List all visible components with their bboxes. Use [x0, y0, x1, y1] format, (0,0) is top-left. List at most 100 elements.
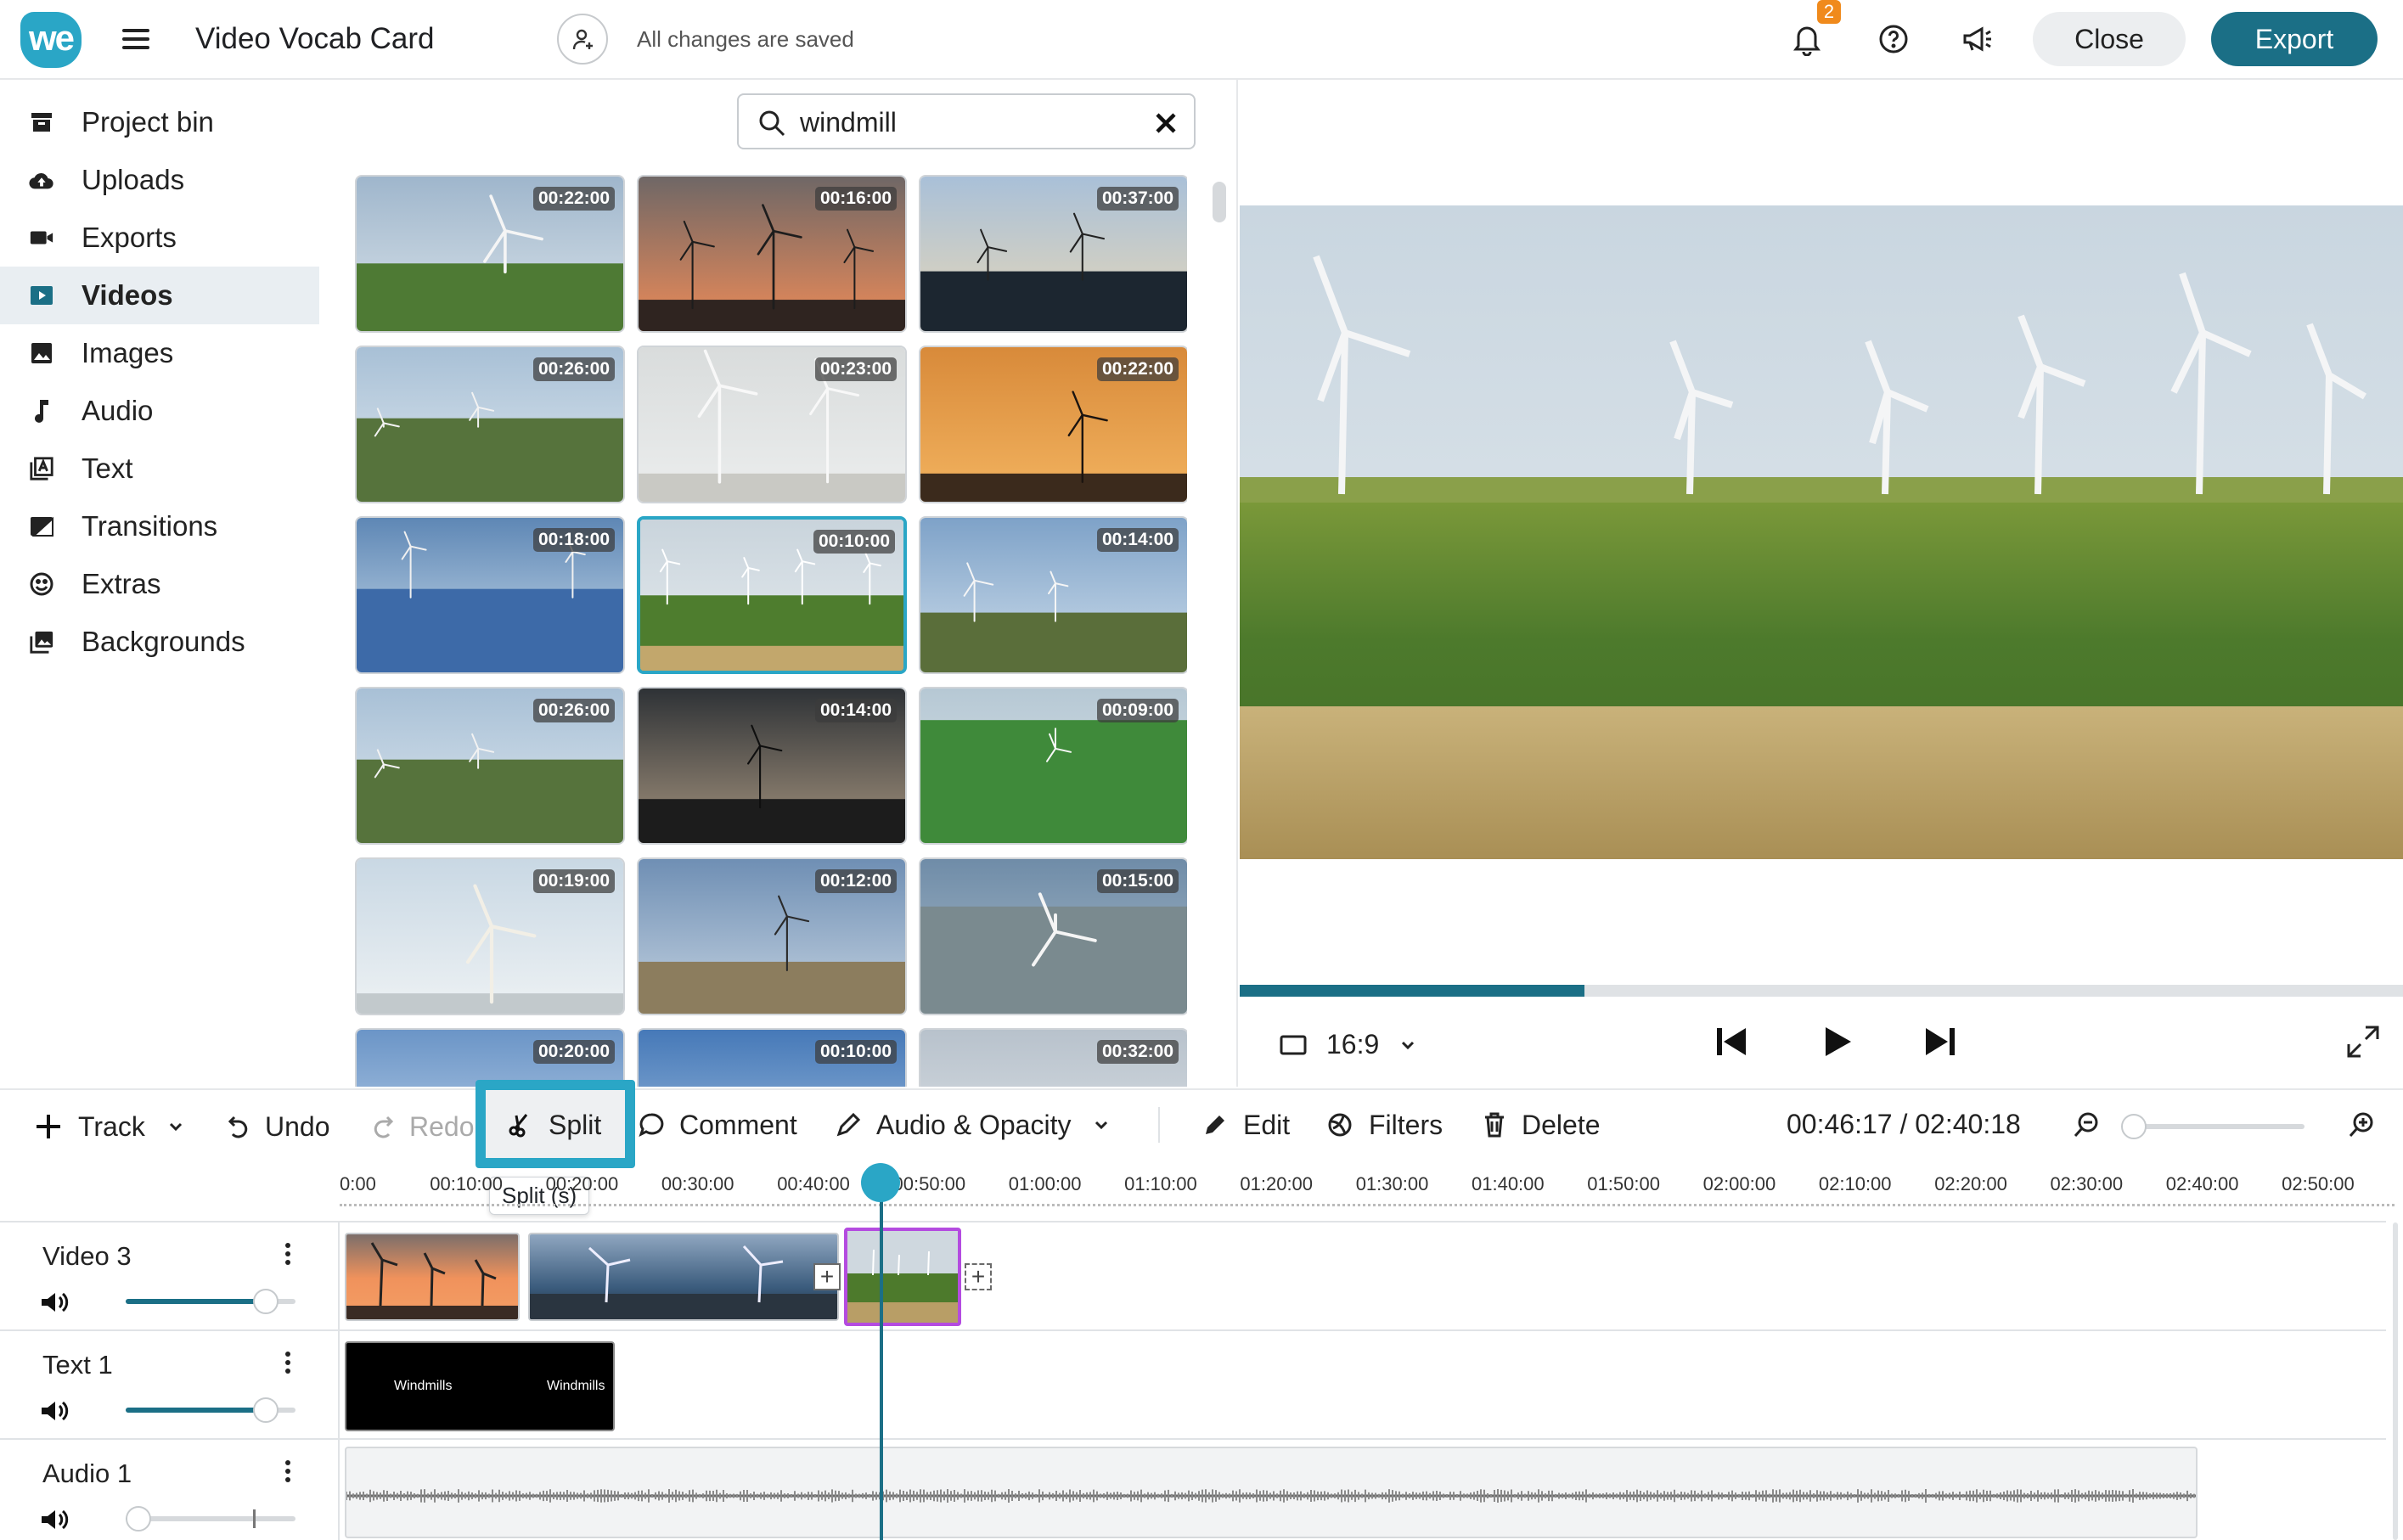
playhead-handle[interactable] — [861, 1163, 900, 1202]
track-volume-knob[interactable] — [126, 1506, 151, 1532]
project-title[interactable]: Video Vocab Card — [195, 22, 435, 56]
timeline-ruler[interactable]: 0:00 00:10:00 00:20:00 00:30:00 00:40:00 00:5… — [340, 1172, 2395, 1222]
zoom-in-icon[interactable] — [2347, 1110, 2376, 1139]
video-results-grid: 00:22:00 00:16:00 00:37:00 00:26:00 00:23:00… — [355, 175, 1187, 1087]
video-result-thumbnail[interactable]: 00:26:00 — [355, 687, 625, 845]
add-track-button[interactable]: Track — [34, 1107, 200, 1146]
playback-progress-bar[interactable] — [1240, 985, 2403, 997]
video-result-thumbnail[interactable]: 00:16:00 — [637, 175, 907, 333]
help-button[interactable] — [1878, 24, 1909, 54]
skip-forward-icon — [1926, 1028, 1955, 1055]
add-transition-button[interactable]: + — [965, 1263, 992, 1290]
video-result-thumbnail[interactable]: 00:14:00 — [637, 687, 907, 845]
delete-button[interactable]: Delete — [1483, 1105, 1601, 1144]
video-clip-sunset[interactable] — [345, 1233, 520, 1321]
video-result-thumbnail[interactable]: 00:18:00 — [355, 516, 625, 674]
menu-icon[interactable] — [122, 24, 149, 54]
video-result-thumbnail[interactable]: 00:23:00 — [637, 346, 907, 503]
play-button[interactable] — [1819, 1024, 1854, 1059]
results-scrollbar[interactable] — [1213, 182, 1226, 222]
fullscreen-button[interactable] — [2345, 1024, 2381, 1059]
aspect-ratio-selector[interactable]: 16:9 — [1279, 1029, 1416, 1060]
redo-label: Redo — [409, 1110, 475, 1142]
music-note-icon — [29, 398, 54, 424]
sidebar-item-backgrounds[interactable]: Backgrounds — [0, 613, 319, 671]
track-volume-knob[interactable] — [253, 1289, 279, 1314]
video-result-thumbnail[interactable]: 00:32:00 — [919, 1028, 1187, 1087]
track-name[interactable]: Text 1 — [42, 1350, 113, 1380]
video-result-thumbnail[interactable]: 00:10:00 — [637, 1028, 907, 1087]
sidebar-item-exports[interactable]: Exports — [0, 209, 319, 267]
sidebar-item-project-bin[interactable]: Project bin — [0, 93, 319, 151]
media-search-box — [737, 93, 1196, 149]
add-collaborator-button[interactable] — [557, 14, 608, 65]
undo-button[interactable]: Undo — [228, 1107, 330, 1146]
close-button[interactable]: Close — [2033, 12, 2186, 66]
zoom-slider-knob[interactable] — [2121, 1114, 2147, 1139]
skip-forward-button[interactable] — [1922, 1024, 1958, 1059]
export-button[interactable]: Export — [2211, 12, 2378, 66]
video-result-thumbnail[interactable]: 00:15:00 — [919, 857, 1187, 1015]
track-volume-slider[interactable] — [126, 1506, 295, 1532]
audio-opacity-button[interactable]: Audio & Opacity — [836, 1105, 1125, 1144]
duration-badge: 00:22:00 — [532, 187, 615, 211]
audio-opacity-label: Audio & Opacity — [876, 1109, 1072, 1140]
video-result-thumbnail[interactable]: 00:14:00 — [919, 516, 1187, 674]
sidebar-item-transitions[interactable]: Transitions — [0, 497, 319, 555]
video-clip-coast[interactable] — [528, 1233, 839, 1321]
sidebar-item-extras[interactable]: Extras — [0, 555, 319, 613]
filters-button[interactable]: Filters — [1326, 1105, 1443, 1144]
duration-badge: 00:37:00 — [1096, 187, 1179, 211]
notifications-button[interactable] — [1792, 22, 1822, 56]
text-clip[interactable]: Windmills Windmills — [345, 1341, 615, 1431]
zoom-slider-track[interactable] — [2126, 1124, 2305, 1129]
video-result-thumbnail[interactable]: 00:10:00 — [637, 516, 907, 674]
video-result-thumbnail[interactable]: 00:09:00 — [919, 687, 1187, 845]
video-result-thumbnail[interactable]: 00:12:00 — [637, 857, 907, 1015]
zoom-out-icon[interactable] — [2072, 1110, 2101, 1139]
track-volume-slider[interactable] — [126, 1397, 295, 1423]
preview-frame-image — [1240, 205, 2403, 859]
track-options-icon[interactable] — [284, 1241, 292, 1267]
skip-back-button[interactable] — [1714, 1024, 1749, 1059]
app-logo[interactable]: we — [20, 12, 82, 68]
track-options-icon[interactable] — [284, 1459, 292, 1484]
track-volume-slider[interactable] — [126, 1289, 295, 1314]
add-transition-button[interactable]: + — [813, 1263, 841, 1290]
timeline-scrollbar[interactable] — [2393, 1222, 2398, 1540]
announcements-button[interactable] — [1961, 24, 1994, 54]
playback-progress-fill — [1240, 985, 1584, 997]
edit-button[interactable]: Edit — [1202, 1105, 1290, 1144]
video-clip-field-selected[interactable] — [844, 1228, 961, 1326]
track-options-icon[interactable] — [284, 1350, 292, 1375]
track-volume-knob[interactable] — [253, 1397, 279, 1423]
video-result-thumbnail[interactable]: 00:19:00 — [355, 857, 625, 1015]
video-result-thumbnail[interactable]: 00:37:00 — [919, 175, 1187, 333]
volume-icon[interactable] — [39, 1508, 70, 1532]
sidebar-item-uploads[interactable]: Uploads — [0, 151, 319, 209]
redo-button[interactable]: Redo — [372, 1107, 475, 1146]
video-play-icon — [29, 283, 54, 308]
sidebar-item-images[interactable]: Images — [0, 324, 319, 382]
audio-clip[interactable] — [345, 1447, 2198, 1538]
undo-label: Undo — [265, 1110, 330, 1142]
sidebar-item-audio[interactable]: Audio — [0, 382, 319, 440]
sidebar-item-videos[interactable]: Videos — [0, 267, 319, 324]
aspect-ratio-icon — [1280, 1035, 1307, 1054]
video-preview[interactable] — [1240, 205, 2403, 859]
video-result-thumbnail[interactable]: 00:20:00 — [355, 1028, 625, 1087]
video-result-thumbnail[interactable]: 00:22:00 — [355, 175, 625, 333]
comment-button[interactable]: Comment — [639, 1105, 797, 1144]
smiley-icon — [29, 571, 54, 597]
volume-icon[interactable] — [39, 1399, 70, 1423]
comment-icon — [639, 1113, 664, 1137]
track-name[interactable]: Video 3 — [42, 1241, 132, 1272]
volume-icon[interactable] — [39, 1290, 70, 1314]
search-input[interactable] — [800, 104, 1140, 141]
playhead-line[interactable] — [880, 1166, 883, 1540]
video-result-thumbnail[interactable]: 00:26:00 — [355, 346, 625, 503]
track-name[interactable]: Audio 1 — [42, 1459, 132, 1489]
video-result-thumbnail[interactable]: 00:22:00 — [919, 346, 1187, 503]
sidebar-item-text[interactable]: Text — [0, 440, 319, 497]
clear-search-icon[interactable] — [1153, 110, 1179, 136]
